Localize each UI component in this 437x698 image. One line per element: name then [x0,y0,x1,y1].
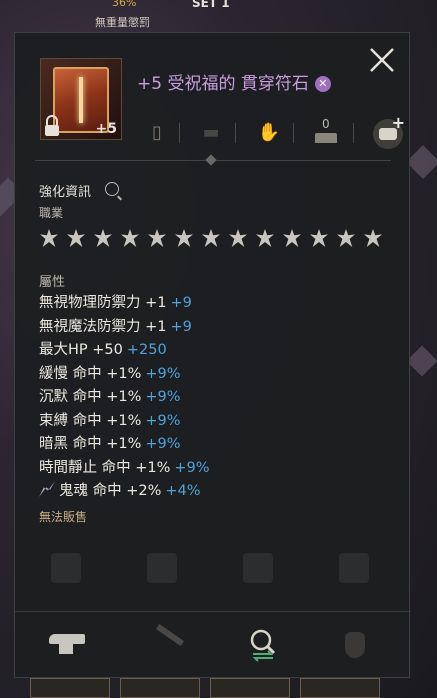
class-13-icon [361,226,385,250]
class-6-icon [172,226,196,250]
class-icon-row [37,226,387,254]
class-9-icon [253,226,277,250]
faint-icon [147,553,177,583]
quick-bar: ▯ ▬ ✋ 0 [137,113,405,153]
attribute-row: 束縛 命中 +1% +9% [39,412,181,429]
bottom-action-bar [15,611,411,675]
attribute-bonus: +9% [145,365,181,382]
attribute-row: 無視魔法防禦力 +1 +9 [39,318,192,335]
anvil-button[interactable] [47,626,87,662]
search-swap-button[interactable] [243,626,283,662]
attribute-row: 沉默 命中 +1% +9% [39,389,181,405]
hand-icon[interactable]: ✋ [257,121,281,145]
card-icon[interactable]: ▯ [145,121,169,145]
class-1-icon [37,226,61,250]
background-gem-icon [406,145,437,179]
attribute-row: 暗黑 命中 +1% +9% [39,436,181,452]
attribute-bonus: +9% [145,412,181,429]
attribute-row: 最大HP +50 +250 [39,342,167,358]
class-2-icon [64,226,88,250]
class-3-icon [91,226,115,250]
attribute-row: 時間靜止 命中 +1% +9% [39,459,210,476]
equipment-slot[interactable] [300,678,380,698]
separator [179,123,180,143]
close-button[interactable] [367,45,397,75]
divider-ornament [205,154,217,166]
attribute-bonus: +9% [145,436,181,452]
attribute-bonus: +4% [165,483,201,499]
attribute-row: 緩慢 命中 +1% +9% [39,365,181,382]
lock-box-icon[interactable]: ▬ [199,121,223,145]
tool-button[interactable] [149,626,189,662]
item-plus-level: +5 [95,121,117,137]
attribute-bonus: +9% [145,389,181,405]
search-swap-icon [250,629,276,662]
equipment-slot[interactable] [30,678,110,698]
unsellable-label: 無法販售 [39,510,88,524]
chat-add-button[interactable] [373,113,405,149]
background-set-label: SET 1 [192,0,230,10]
attribute-bonus: +9 [170,295,192,311]
item-icon[interactable]: +5 [40,58,122,140]
vase-button[interactable] [335,626,375,662]
lock-icon [45,115,59,136]
equipment-slot[interactable] [120,678,200,698]
class-11-icon [307,226,331,250]
item-title-text: +5 受祝福的 貫穿符石 [137,74,309,94]
anvil-icon[interactable] [315,133,337,143]
background-gem-icon [406,345,437,377]
item-badge-icon: ✕ [314,76,331,92]
separator [353,123,354,143]
class-7-icon [199,226,223,250]
separator [235,123,236,143]
attributes-list: 無視物理防禦力 +1 +9 無視魔法防禦力 +1 +9 最大HP +50 +250 緩… [39,291,210,503]
background-equipment-slots [0,678,437,698]
item-title: +5 受祝福的 貫穿符石 ✕ [137,69,331,94]
class-8-icon [226,226,250,250]
enhance-info-label: 強化資訊 [39,185,92,200]
close-icon [370,48,394,72]
background-weight-label: 無重量懲罰 [95,16,150,29]
attribute-bonus: +9 [170,318,192,335]
attribute-bonus: +9% [174,459,210,476]
class-10-icon [280,226,304,250]
background-header: 36% SET 1 無重量懲罰 [0,0,437,34]
class-12-icon [334,226,358,250]
faint-background-icons [51,553,391,593]
attribute-bonus: +250 [126,342,167,358]
attributes-label: 屬性 [39,275,66,290]
ghost-skill-icon [39,481,55,497]
faint-icon [339,553,369,583]
attribute-row: 鬼魂 命中 +2% +4% [39,479,210,503]
class-4-icon [118,226,142,250]
attribute-row: 無視物理防禦力 +1 +9 [39,295,192,311]
class-5-icon [145,226,169,250]
item-tooltip-panel: +5 +5 受祝福的 貫穿符石 ✕ ▯ ▬ ✋ 0 強化資訊 職業 屬性 [14,32,411,678]
class-label: 職業 [39,206,64,220]
anvil-count: 0 [322,117,330,131]
faint-icon [243,553,273,583]
background-percent: 36% [112,0,137,9]
separator [293,123,294,143]
equipment-slot[interactable] [210,678,290,698]
magnifier-icon[interactable] [105,182,119,196]
faint-icon [51,553,81,583]
